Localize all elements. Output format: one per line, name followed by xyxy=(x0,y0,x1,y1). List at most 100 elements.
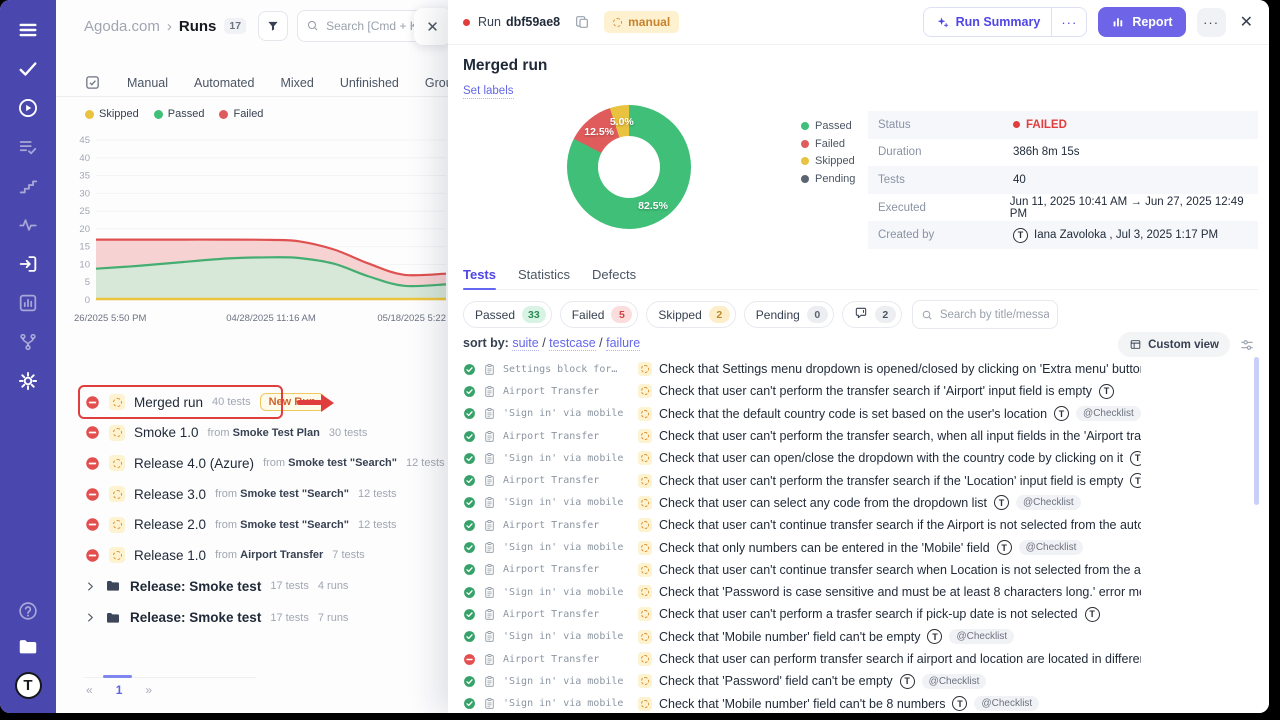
test-title[interactable]: Check that user can't perform the transf… xyxy=(659,474,1123,488)
run-summary-button[interactable]: Run Summary ··· xyxy=(923,7,1088,37)
run-list-item[interactable]: Release 4.0 (Azure)from Smoke test "Sear… xyxy=(56,448,448,479)
user-avatar[interactable]: T xyxy=(15,672,42,699)
run-name[interactable]: Release 4.0 (Azure) xyxy=(134,456,254,471)
test-row[interactable]: 'Sign in' via mobileCheck that user can … xyxy=(463,492,1141,514)
filter-chip-failed[interactable]: Failed5 xyxy=(560,301,639,328)
milestones-icon[interactable] xyxy=(17,175,39,197)
run-group-row[interactable]: Release: Smoke test17 tests7 runs xyxy=(56,602,448,634)
test-title[interactable]: Check that user can't continue transfer … xyxy=(659,518,1141,532)
test-row[interactable]: Airport TransferCheck that user can't pe… xyxy=(463,380,1141,402)
test-row[interactable]: 'Sign in' via mobileCheck that 'Password… xyxy=(463,670,1141,692)
test-title[interactable]: Check that the default country code is s… xyxy=(659,407,1047,421)
checklist-tag[interactable]: @Checklist xyxy=(949,629,1014,644)
filter-chip-skipped[interactable]: Skipped2 xyxy=(646,301,735,328)
integrations-icon[interactable] xyxy=(17,331,39,353)
test-plans-icon[interactable] xyxy=(17,136,39,158)
test-title[interactable]: Check that Settings menu dropdown is ope… xyxy=(659,362,1141,376)
pagination-page-1[interactable]: 1 xyxy=(116,683,123,697)
report-button[interactable]: Report xyxy=(1098,7,1185,37)
filter-chip-pending[interactable]: Pending0 xyxy=(744,301,834,328)
checklist-tag[interactable]: @Checklist xyxy=(922,674,987,689)
help-icon[interactable] xyxy=(17,600,39,622)
breadcrumb-section[interactable]: Runs xyxy=(179,18,217,35)
filter-chip-comments[interactable]: 2 xyxy=(842,301,902,328)
sort-link-suite[interactable]: suite xyxy=(512,336,538,351)
view-settings-icon[interactable] xyxy=(1239,337,1255,353)
test-row[interactable]: 'Sign in' via mobileCheck that 'Mobile n… xyxy=(463,692,1141,713)
test-row[interactable]: Airport TransferCheck that user can perf… xyxy=(463,648,1141,670)
tab-statistics[interactable]: Statistics xyxy=(518,267,570,289)
run-summary-more-button[interactable]: ··· xyxy=(1051,8,1086,36)
tab-tests[interactable]: Tests xyxy=(463,267,496,289)
test-row[interactable]: Settings block for…Check that Settings m… xyxy=(463,358,1141,380)
runs-icon[interactable] xyxy=(17,253,39,275)
run-name[interactable]: Merged run xyxy=(134,395,203,410)
run-list-item[interactable]: Release 3.0from Smoke test "Search"12 te… xyxy=(56,479,448,510)
test-row[interactable]: Airport TransferCheck that user can't pe… xyxy=(463,425,1141,447)
drawer-close-button[interactable]: ✕ xyxy=(1240,12,1253,32)
tests-search-input[interactable] xyxy=(912,300,1058,329)
runs-tab-unfinished[interactable]: Unfinished xyxy=(340,76,399,90)
test-row[interactable]: 'Sign in' via mobileCheck that user can … xyxy=(463,447,1141,469)
reports-icon[interactable] xyxy=(17,292,39,314)
sort-link-testcase[interactable]: testcase xyxy=(549,336,596,351)
filter-chip-passed[interactable]: Passed33 xyxy=(463,301,552,328)
checklist-tag[interactable]: @Checklist xyxy=(1016,495,1081,510)
pulse-icon[interactable] xyxy=(17,214,39,236)
run-list-item[interactable]: Merged run40 testsNew Run xyxy=(56,387,448,418)
test-title[interactable]: Check that user can't perform the transf… xyxy=(659,384,1092,398)
checklist-tag[interactable]: @Checklist xyxy=(1019,540,1084,555)
settings-gear-icon[interactable] xyxy=(17,370,39,392)
runs-tab-manual[interactable]: Manual xyxy=(127,76,168,90)
runs-tab-mixed[interactable]: Mixed xyxy=(280,76,313,90)
scrollbar-thumb[interactable] xyxy=(1254,357,1259,505)
test-title[interactable]: Check that user can't continue transfer … xyxy=(659,563,1141,577)
test-title[interactable]: Check that user can open/close the dropd… xyxy=(659,451,1123,465)
test-title[interactable]: Check that 'Mobile number' field can't b… xyxy=(659,697,945,711)
test-row[interactable]: 'Sign in' via mobileCheck that 'Password… xyxy=(463,581,1141,603)
drawer-more-button[interactable]: ··· xyxy=(1197,8,1226,37)
run-name[interactable]: Release 2.0 xyxy=(134,517,206,532)
run-list-item[interactable]: Smoke 1.0from Smoke Test Plan30 tests xyxy=(56,418,448,449)
chevron-right-icon[interactable] xyxy=(85,612,96,623)
select-all-icon[interactable] xyxy=(84,74,101,91)
run-group-row[interactable]: Release: Smoke test17 tests4 runs xyxy=(56,571,448,603)
test-title[interactable]: Check that 'Password is case sensitive a… xyxy=(659,585,1141,599)
run-list-item[interactable]: Release 2.0from Smoke test "Search"12 te… xyxy=(56,509,448,540)
copy-icon[interactable] xyxy=(574,14,590,30)
test-title[interactable]: Check that only numbers can be entered i… xyxy=(659,541,990,555)
runs-tab-automated[interactable]: Automated xyxy=(194,76,254,90)
pagination-prev[interactable]: « xyxy=(86,683,93,697)
breadcrumb-project[interactable]: Agoda.com xyxy=(84,18,160,35)
sort-link-failure[interactable]: failure xyxy=(606,336,640,351)
run-list-item[interactable]: Release 1.0from Airport Transfer7 tests xyxy=(56,540,448,571)
run-name[interactable]: Release 3.0 xyxy=(134,487,206,502)
test-title[interactable]: Check that 'Mobile number' field can't b… xyxy=(659,630,920,644)
check-icon[interactable] xyxy=(17,58,39,80)
test-title[interactable]: Check that user can select any code from… xyxy=(659,496,987,510)
test-row[interactable]: Airport TransferCheck that user can't co… xyxy=(463,559,1141,581)
pagination-next[interactable]: » xyxy=(145,683,152,697)
test-title[interactable]: Check that user can perform transfer sea… xyxy=(659,652,1141,666)
set-labels-link[interactable]: Set labels xyxy=(463,85,514,99)
test-row[interactable]: 'Sign in' via mobileCheck that the defau… xyxy=(463,403,1141,425)
test-row[interactable]: Airport TransferCheck that user can't co… xyxy=(463,514,1141,536)
run-name[interactable]: Release 1.0 xyxy=(134,548,206,563)
drawer-side-close-button[interactable]: ✕ xyxy=(414,8,451,45)
chevron-right-icon[interactable] xyxy=(85,581,96,592)
run-name[interactable]: Smoke 1.0 xyxy=(134,425,199,440)
menu-icon[interactable] xyxy=(17,19,39,41)
test-row[interactable]: Airport TransferCheck that user can't pe… xyxy=(463,603,1141,625)
test-title[interactable]: Check that user can't perform a trasfer … xyxy=(659,607,1078,621)
test-title[interactable]: Check that user can't perform the transf… xyxy=(659,429,1141,443)
checklist-tag[interactable]: @Checklist xyxy=(974,696,1039,711)
group-name[interactable]: Release: Smoke test xyxy=(130,579,261,594)
test-row[interactable]: 'Sign in' via mobileCheck that 'Mobile n… xyxy=(463,626,1141,648)
group-name[interactable]: Release: Smoke test xyxy=(130,610,261,625)
tab-defects[interactable]: Defects xyxy=(592,267,636,289)
test-row[interactable]: Airport TransferCheck that user can't pe… xyxy=(463,469,1141,491)
projects-folder-icon[interactable] xyxy=(17,636,39,658)
filter-button[interactable] xyxy=(258,11,288,41)
custom-view-button[interactable]: Custom view xyxy=(1118,332,1230,357)
play-circle-icon[interactable] xyxy=(17,97,39,119)
